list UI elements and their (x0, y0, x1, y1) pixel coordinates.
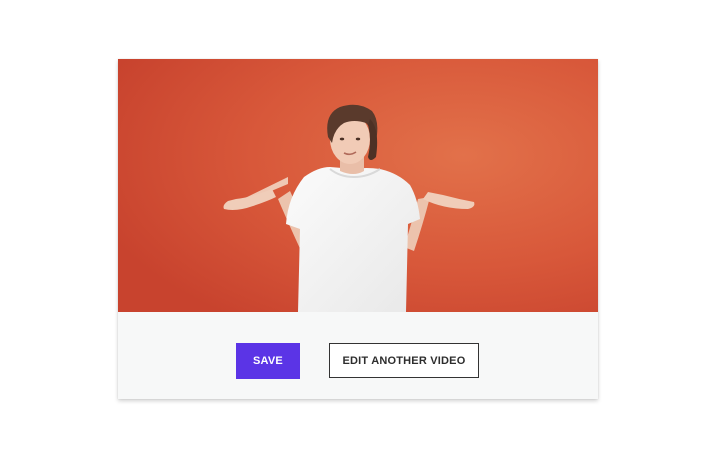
video-preview[interactable] (118, 59, 598, 312)
video-result-card: SAVE EDIT ANOTHER VIDEO (118, 59, 598, 399)
edit-another-video-button[interactable]: EDIT ANOTHER VIDEO (329, 343, 479, 378)
video-thumbnail-image (118, 59, 598, 312)
action-bar: SAVE EDIT ANOTHER VIDEO (118, 312, 598, 399)
save-button[interactable]: SAVE (236, 343, 300, 379)
